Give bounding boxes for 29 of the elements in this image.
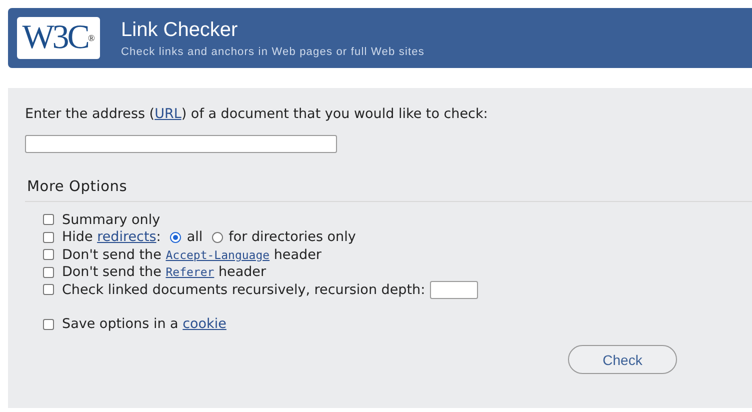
check-button[interactable]: Check [568,345,677,374]
link[interactable]: Accept-Language [166,248,270,262]
radio-button[interactable] [212,232,223,243]
option-label: Hide redirects: [62,229,161,246]
radio-button[interactable] [170,232,181,243]
logo: W3C$^{®}$ [17,17,100,59]
link[interactable]: URL [154,106,182,122]
checkbox[interactable] [43,266,54,278]
option-label: Don't send the Accept-Language header [62,246,322,263]
radio-label: all [186,229,203,246]
link[interactable]: Referer [166,265,214,280]
link[interactable]: cookie [182,316,226,332]
section-title: More Options [27,179,128,195]
page-title: Link Checker [121,18,239,42]
option-label: Summary only [62,212,160,228]
url-prompt: Enter the address (URL) of a document that you would like to check: [25,106,489,122]
option-label: Don't send the Referer header [62,264,266,280]
option-label: Check linked documents recursively, recursion depth: [62,282,426,298]
radio-label: for directories only [228,229,356,246]
page-subtitle: Check links and anchors in Web pages or full Web sites [121,46,424,58]
checkbox[interactable] [43,284,54,296]
checkbox[interactable] [43,249,54,260]
url-field[interactable] [25,135,337,153]
depth-field[interactable] [430,280,478,299]
checkbox[interactable] [43,318,54,330]
checkbox[interactable] [43,232,54,243]
checkbox[interactable] [43,214,54,226]
option-label: Save options in a cookie [62,316,226,332]
link[interactable]: redirects [97,229,156,246]
